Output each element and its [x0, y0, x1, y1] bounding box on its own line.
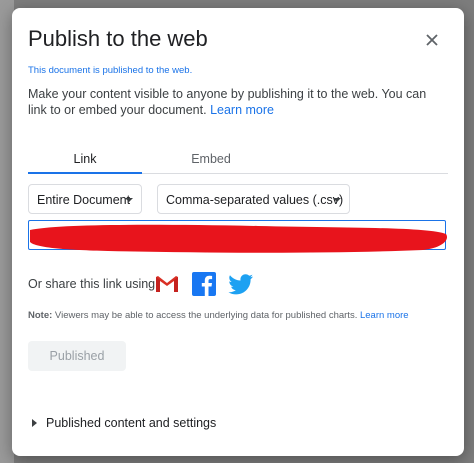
facebook-icon[interactable]: [191, 271, 217, 297]
format-value: Comma-separated values (.csv): [166, 193, 344, 207]
share-label: Or share this link using:: [28, 277, 159, 291]
settings-label: Published content and settings: [46, 416, 217, 430]
expand-triangle-icon: [32, 419, 37, 427]
note-body: Viewers may be able to access the underl…: [54, 310, 358, 321]
format-select[interactable]: Comma-separated values (.csv): [157, 184, 350, 214]
dialog-description: Make your content visible to anyone by p…: [28, 86, 448, 118]
document-scope-value: Entire Document: [37, 193, 131, 207]
tab-embed[interactable]: Embed: [154, 145, 268, 173]
tab-link[interactable]: Link: [28, 145, 142, 174]
chevron-down-icon: [125, 198, 133, 202]
dialog-title: Publish to the web: [28, 26, 208, 51]
publish-dialog: Publish to the web This document is publ…: [12, 8, 464, 456]
document-scope-select[interactable]: Entire Document: [28, 184, 142, 214]
twitter-icon[interactable]: [227, 271, 255, 297]
published-button[interactable]: Published: [28, 341, 126, 371]
gmail-icon[interactable]: [154, 271, 180, 297]
note-text: Note: Viewers may be able to access the …: [28, 310, 409, 321]
publish-status-text: This document is published to the web.: [28, 65, 193, 76]
note-prefix: Note:: [28, 310, 53, 321]
learn-more-link[interactable]: Learn more: [210, 103, 274, 117]
tab-bar: Link Embed: [28, 145, 448, 174]
chevron-down-icon: [333, 198, 341, 202]
close-icon[interactable]: [420, 28, 444, 52]
note-learn-more-link[interactable]: Learn more: [360, 310, 409, 321]
redaction-mark: [30, 224, 448, 253]
published-settings-toggle[interactable]: Published content and settings: [28, 416, 216, 430]
